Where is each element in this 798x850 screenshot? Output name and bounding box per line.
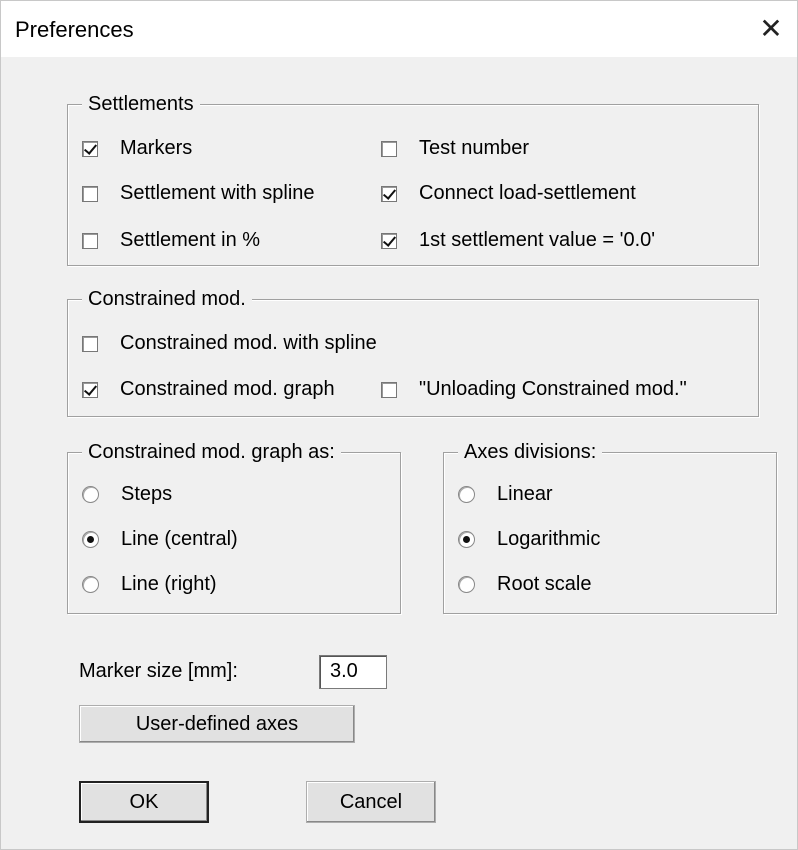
constrained-legend: Constrained mod. (82, 286, 252, 312)
radio-icon[interactable] (458, 531, 475, 548)
axes-root-scale-radio[interactable]: Root scale (458, 573, 592, 596)
axes-divisions-group: Axes divisions: Linear Logarithmic Root … (443, 439, 777, 614)
ok-button[interactable]: OK (79, 781, 209, 823)
graph-as-legend: Constrained mod. graph as: (82, 439, 341, 465)
cancel-button[interactable]: Cancel (306, 781, 436, 823)
checkbox-icon[interactable] (381, 381, 397, 398)
settlement-percent-checkbox[interactable]: Settlement in % (82, 229, 260, 252)
constrained-graph-checkbox[interactable]: Constrained mod. graph (82, 378, 335, 401)
radio-label: Root scale (497, 573, 592, 595)
unloading-constrained-checkbox[interactable]: "Unloading Constrained mod." (381, 378, 687, 401)
connect-load-settlement-checkbox[interactable]: Connect load-settlement (381, 182, 636, 205)
settlements-legend: Settlements (82, 91, 200, 117)
checkbox-icon[interactable] (381, 185, 397, 202)
dialog-title: Preferences (15, 17, 134, 42)
checkbox-icon[interactable] (82, 381, 98, 398)
checkbox-icon[interactable] (82, 185, 98, 202)
constrained-mod-group: Constrained mod. Constrained mod. with s… (67, 286, 759, 417)
graph-as-group: Constrained mod. graph as: Steps Line (c… (67, 439, 401, 614)
graph-line-central-radio[interactable]: Line (central) (82, 528, 238, 551)
preferences-dialog: Preferences ✕ Settlements Markers Settle… (0, 0, 798, 850)
settlement-spline-checkbox[interactable]: Settlement with spline (82, 182, 315, 205)
checkbox-label: Settlement with spline (120, 182, 315, 204)
radio-label: Steps (121, 483, 173, 505)
markers-checkbox[interactable]: Markers (82, 137, 192, 160)
constrained-spline-checkbox[interactable]: Constrained mod. with spline (82, 332, 377, 355)
checkbox-label: Test number (419, 137, 530, 159)
axes-legend: Axes divisions: (458, 439, 603, 465)
checkbox-icon[interactable] (82, 335, 98, 352)
radio-icon[interactable] (458, 576, 475, 593)
checkbox-label: "Unloading Constrained mod." (419, 378, 687, 400)
checkbox-icon[interactable] (82, 232, 98, 249)
settlements-group: Settlements Markers Settlement with spli… (67, 91, 759, 266)
radio-label: Logarithmic (497, 528, 601, 550)
checkbox-label: Settlement in % (120, 229, 261, 251)
checkbox-icon[interactable] (381, 232, 397, 249)
checkbox-label: Connect load-settlement (419, 182, 636, 204)
graph-steps-radio[interactable]: Steps (82, 483, 172, 506)
axes-linear-radio[interactable]: Linear (458, 483, 553, 506)
radio-icon[interactable] (82, 576, 99, 593)
radio-icon[interactable] (82, 531, 99, 548)
axes-logarithmic-radio[interactable]: Logarithmic (458, 528, 600, 551)
checkbox-icon[interactable] (381, 140, 397, 157)
user-defined-axes-button[interactable]: User-defined axes (79, 705, 355, 743)
marker-size-input[interactable]: 3.0 (319, 655, 387, 689)
radio-label: Linear (497, 483, 553, 505)
first-settlement-zero-checkbox[interactable]: 1st settlement value = '0.0' (381, 229, 655, 252)
radio-icon[interactable] (82, 486, 99, 503)
checkbox-label: 1st settlement value = '0.0' (419, 229, 656, 251)
radio-label: Line (right) (121, 573, 217, 595)
marker-size-label: Marker size [mm]: (79, 660, 238, 682)
close-icon[interactable]: ✕ (745, 1, 797, 57)
checkbox-label: Constrained mod. with spline (120, 332, 377, 354)
title-bar[interactable]: Preferences ✕ (1, 1, 797, 57)
test-number-checkbox[interactable]: Test number (381, 137, 529, 160)
graph-line-right-radio[interactable]: Line (right) (82, 573, 217, 596)
checkbox-label: Constrained mod. graph (120, 378, 335, 400)
checkbox-label: Markers (120, 137, 193, 159)
radio-label: Line (central) (121, 528, 238, 550)
checkbox-icon[interactable] (82, 140, 98, 157)
radio-icon[interactable] (458, 486, 475, 503)
